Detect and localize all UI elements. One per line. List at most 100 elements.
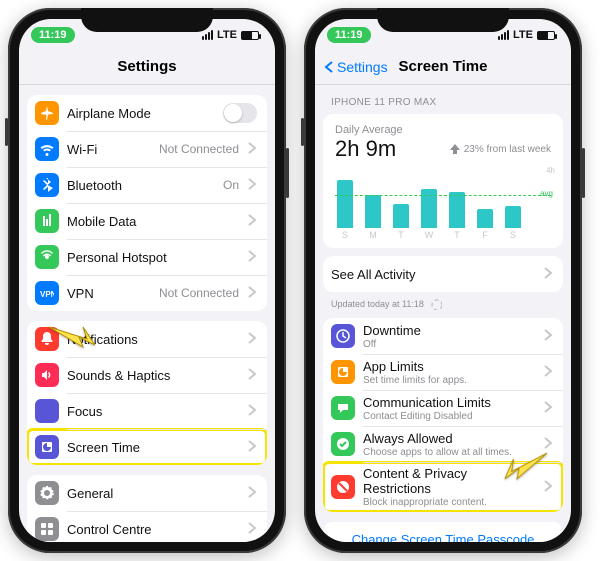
chart-bar (365, 195, 381, 228)
row-value: Not Connected (159, 142, 243, 156)
row-label: App Limits (363, 359, 535, 374)
chevron-right-icon (243, 439, 257, 456)
usage-card[interactable]: Daily Average 2h 9m 23% from last week 4… (323, 114, 563, 248)
see-all-activity-row[interactable]: See All Activity (323, 256, 563, 292)
row-label: General (67, 486, 113, 501)
row-wi-fi[interactable]: Wi-Fi Not Connected (27, 131, 267, 167)
device-label: IPHONE 11 PRO MAX (315, 85, 571, 112)
row-subtitle: Set time limits for apps. (363, 375, 535, 386)
chart-bar (477, 209, 493, 229)
settings-screen: 11:19 LTE Settings Airplane ModeWi-FiNot… (19, 19, 275, 542)
chart-x-labels: SMTWTFS (335, 228, 551, 240)
row-sounds-haptics[interactable]: Sounds & Haptics (27, 357, 267, 393)
chart-bar (337, 180, 353, 228)
back-button[interactable]: Settings (323, 59, 388, 75)
chevron-right-icon (243, 141, 257, 158)
chevron-right-icon (243, 403, 257, 420)
chart-avg-label: avg (540, 189, 553, 198)
screentime-screen: 11:19 LTE Settings Screen Time IPHONE 11… (315, 19, 571, 542)
row-downtime[interactable]: DowntimeOff (323, 318, 563, 354)
row-focus[interactable]: Focus (27, 393, 267, 429)
battery-icon (241, 31, 259, 40)
chart-bar (505, 206, 521, 229)
row-vpn[interactable]: VPN Not Connected (27, 275, 267, 311)
row-label: Wi-Fi (67, 142, 97, 157)
chart-x-tick: S (337, 230, 353, 240)
chevron-right-icon (539, 400, 553, 417)
airplane-icon (35, 101, 59, 125)
row-label: Bluetooth (67, 178, 122, 193)
see-all-label: See All Activity (331, 267, 416, 282)
chart-y-label: 4h (546, 166, 555, 175)
chevron-right-icon (243, 521, 257, 538)
spinner-icon (430, 298, 442, 310)
row-label: Communication Limits (363, 395, 535, 410)
applimits-icon (331, 360, 355, 384)
annotation-arrow (500, 443, 552, 489)
chevron-right-icon (243, 485, 257, 502)
chart-x-tick: F (477, 230, 493, 240)
status-signals: LTE (498, 29, 555, 41)
battery-icon (537, 31, 555, 40)
page-title: Screen Time (399, 58, 488, 75)
chevron-right-icon (539, 266, 553, 283)
bluetooth-icon (35, 173, 59, 197)
row-subtitle: Block inappropriate content. (363, 497, 535, 508)
row-label: Focus (67, 404, 102, 419)
restrict-icon (331, 475, 355, 499)
row-label: Control Centre (67, 522, 152, 537)
hotspot-icon (35, 245, 59, 269)
chart-x-tick: W (421, 230, 437, 240)
row-app-limits[interactable]: App LimitsSet time limits for apps. (323, 354, 563, 390)
chevron-right-icon (539, 328, 553, 345)
row-label: Airplane Mode (67, 106, 151, 121)
row-mobile-data[interactable]: Mobile Data (27, 203, 267, 239)
chevron-right-icon (243, 285, 257, 302)
change-passcode-button[interactable]: Change Screen Time Passcode (323, 522, 563, 542)
row-subtitle: Off (363, 339, 535, 350)
nav-header: Settings Screen Time (315, 49, 571, 85)
row-value: On (223, 178, 243, 192)
control-icon (35, 517, 59, 541)
row-personal-hotspot[interactable]: Personal Hotspot (27, 239, 267, 275)
chevron-right-icon (243, 249, 257, 266)
comm-icon (331, 396, 355, 420)
chart-x-tick: T (449, 230, 465, 240)
chart-bar (393, 204, 409, 228)
phone-right: 11:19 LTE Settings Screen Time IPHONE 11… (304, 8, 582, 553)
allowed-icon (331, 432, 355, 456)
delta-label: 23% from last week (450, 144, 551, 155)
signal-bars-icon (498, 30, 509, 40)
row-label: Screen Time (67, 440, 140, 455)
chart-x-tick: T (393, 230, 409, 240)
sound-icon (35, 363, 59, 387)
row-label: Mobile Data (67, 214, 136, 229)
row-bluetooth[interactable]: Bluetooth On (27, 167, 267, 203)
notch (81, 8, 213, 32)
updated-label: Updated today at 11:18 (315, 292, 571, 310)
row-control-centre[interactable]: Control Centre (27, 511, 267, 542)
row-general[interactable]: General (27, 475, 267, 511)
vpn-icon (35, 281, 59, 305)
row-label: VPN (67, 286, 94, 301)
notch (377, 8, 509, 32)
daily-average-label: Daily Average (335, 124, 551, 136)
row-communication-limits[interactable]: Communication LimitsContact Editing Disa… (323, 390, 563, 426)
back-label: Settings (337, 59, 388, 75)
arrow-up-icon (450, 144, 460, 154)
usage-chart: 4havg (335, 168, 551, 228)
status-network: LTE (217, 29, 237, 41)
chart-avg-line: avg (335, 195, 551, 196)
row-label: Sounds & Haptics (67, 368, 170, 383)
chart-x-tick: M (365, 230, 381, 240)
focus-icon (35, 399, 59, 423)
row-airplane-mode[interactable]: Airplane Mode (27, 95, 267, 131)
mobiledata-icon (35, 209, 59, 233)
downtime-icon (331, 324, 355, 348)
settings-list[interactable]: Airplane Mode Wi-Fi Not Connected Bluetooth… (19, 85, 275, 542)
toggle[interactable] (223, 103, 257, 123)
daily-average-value: 2h 9m 23% from last week (335, 136, 551, 162)
row-screen-time[interactable]: Screen Time (27, 429, 267, 465)
row-value: Not Connected (159, 286, 243, 300)
chevron-right-icon (243, 367, 257, 384)
